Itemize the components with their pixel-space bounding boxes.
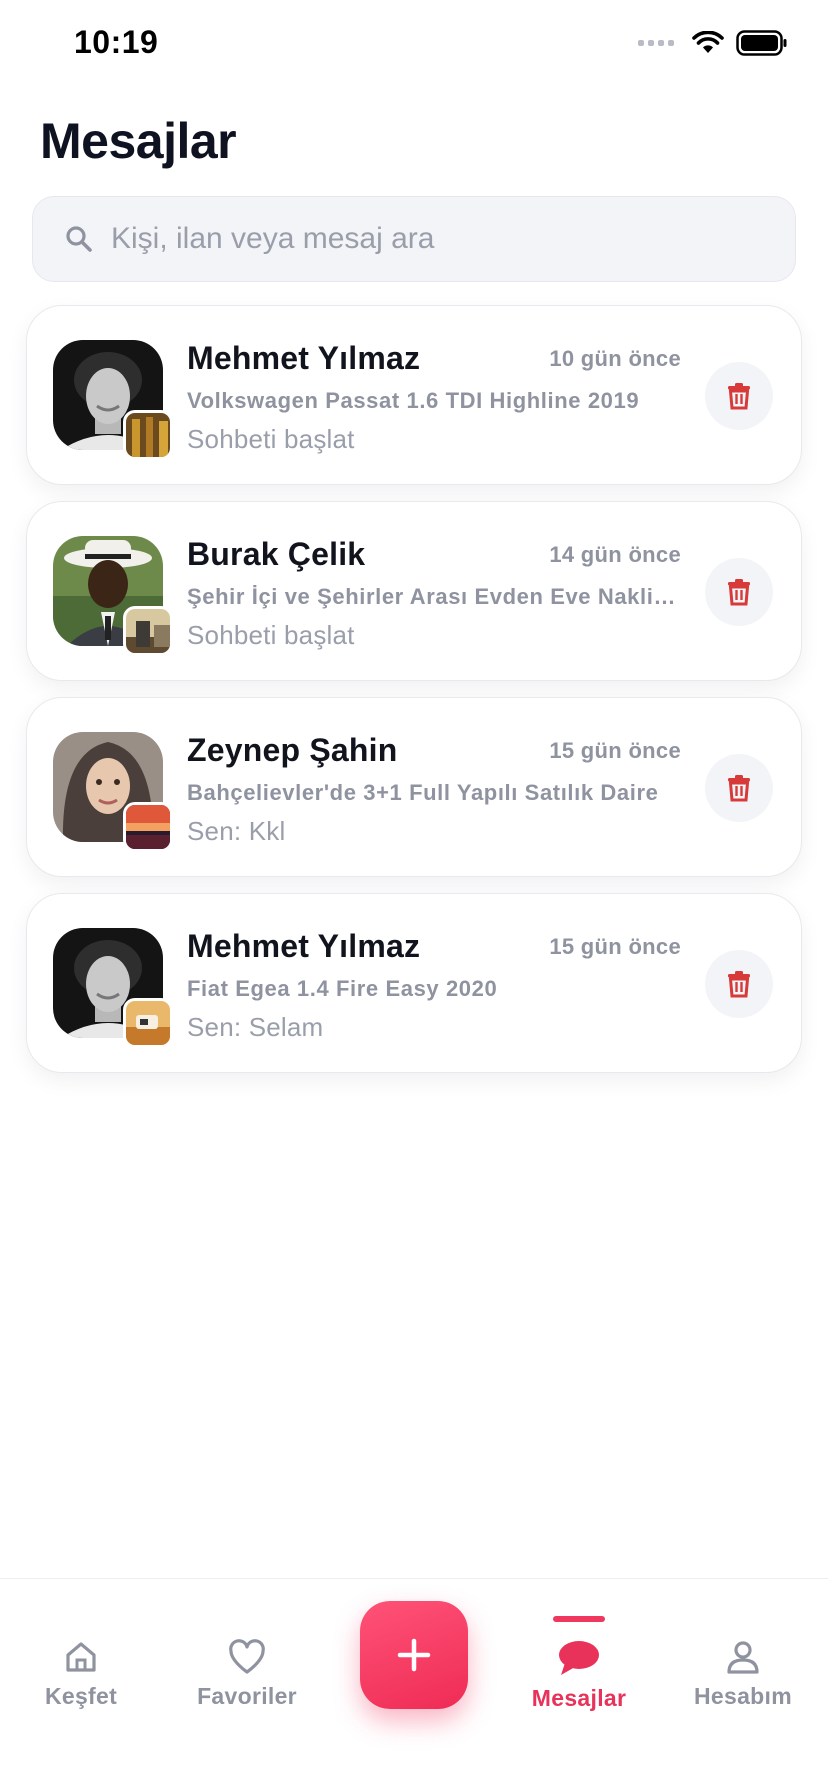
contact-name: Mehmet Yılmaz xyxy=(187,928,421,964)
active-tab-indicator xyxy=(553,1616,605,1622)
trash-icon xyxy=(728,775,750,802)
tab-label: Hesabım xyxy=(694,1683,792,1709)
tab-kesfet[interactable]: Keşfet xyxy=(6,1639,156,1729)
search-input[interactable] xyxy=(111,222,751,256)
add-listing-button[interactable] xyxy=(360,1601,468,1709)
conversation-card[interactable]: Burak Çelik 14 gün önce Şehir İçi ve Şeh… xyxy=(26,501,802,681)
delete-conversation-button[interactable] xyxy=(705,754,773,822)
message-preview: Sen: Kkl xyxy=(187,816,286,846)
trash-icon xyxy=(728,579,750,606)
message-time: 10 gün önce xyxy=(549,346,681,371)
heart-icon xyxy=(229,1639,265,1674)
listing-thumbnail xyxy=(123,606,173,656)
message-preview: Sen: Selam xyxy=(187,1012,324,1042)
chat-bubble-icon xyxy=(559,1641,599,1675)
contact-name: Mehmet Yılmaz xyxy=(187,340,421,376)
message-preview: Sohbeti başlat xyxy=(187,424,355,454)
contact-name: Burak Çelik xyxy=(187,536,366,572)
tab-label: Mesajlar xyxy=(531,1685,627,1711)
delete-conversation-button[interactable] xyxy=(705,950,773,1018)
listing-title: Şehir İçi ve Şehirler Arası Evden Eve Na… xyxy=(187,584,677,609)
listing-thumbnail xyxy=(123,410,173,460)
listing-title: Volkswagen Passat 1.6 TDI Highline 2019 xyxy=(187,388,640,413)
status-bar: 10:19 xyxy=(0,0,828,90)
message-preview: Sohbeti başlat xyxy=(187,620,355,650)
tab-hesabim[interactable]: Hesabım xyxy=(668,1639,818,1729)
home-icon xyxy=(66,1642,96,1672)
contact-name: Zeynep Şahin xyxy=(187,732,398,768)
user-icon xyxy=(727,1641,759,1674)
tab-mesajlar[interactable]: Mesajlar xyxy=(504,1639,654,1729)
message-time: 15 gün önce xyxy=(549,934,681,959)
search-bar[interactable] xyxy=(32,196,796,282)
status-time: 10:19 xyxy=(74,24,159,60)
listing-thumbnail xyxy=(123,998,173,1048)
tab-label: Keşfet xyxy=(44,1683,118,1709)
tab-bar: Keşfet Favoriler Mesajlar Hesabım xyxy=(0,1578,828,1792)
message-time: 15 gün önce xyxy=(549,738,681,763)
conversation-card[interactable]: Mehmet Yılmaz 10 gün önce Volkswagen Pas… xyxy=(26,305,802,485)
message-time: 14 gün önce xyxy=(549,542,681,567)
conversation-card[interactable]: Mehmet Yılmaz 15 gün önce Fiat Egea 1.4 … xyxy=(26,893,802,1073)
delete-conversation-button[interactable] xyxy=(705,558,773,626)
search-icon xyxy=(66,226,92,252)
trash-icon xyxy=(728,383,750,410)
listing-title: Bahçelievler'de 3+1 Full Yapılı Satılık … xyxy=(187,780,659,805)
plus-icon xyxy=(397,1638,431,1672)
conversation-list: Mehmet Yılmaz 10 gün önce Volkswagen Pas… xyxy=(26,305,802,1089)
tab-label: Favoriler xyxy=(197,1683,297,1709)
status-icons xyxy=(638,30,788,56)
delete-conversation-button[interactable] xyxy=(705,362,773,430)
conversation-card[interactable]: Zeynep Şahin 15 gün önce Bahçelievler'de… xyxy=(26,697,802,877)
trash-icon xyxy=(728,971,750,998)
battery-icon xyxy=(736,30,787,56)
tab-favoriler[interactable]: Favoriler xyxy=(172,1639,322,1729)
wifi-icon xyxy=(692,31,724,53)
page-title: Mesajlar xyxy=(40,113,237,169)
listing-title: Fiat Egea 1.4 Fire Easy 2020 xyxy=(187,976,498,1001)
cellular-signal-icon xyxy=(638,40,674,46)
listing-thumbnail xyxy=(123,802,173,852)
